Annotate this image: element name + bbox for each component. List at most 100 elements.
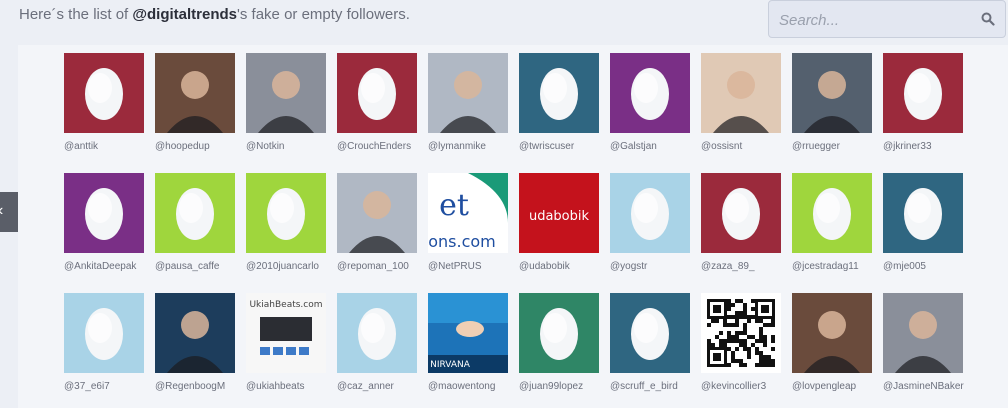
- avatar[interactable]: [155, 293, 235, 373]
- follower-handle[interactable]: @CrouchEnders: [337, 141, 411, 152]
- follower-handle[interactable]: @jkriner33: [883, 141, 932, 152]
- follower-handle[interactable]: @JasmineNBaker: [883, 381, 964, 392]
- follower-card[interactable]: @mje005: [883, 173, 963, 272]
- avatar[interactable]: [701, 293, 781, 373]
- follower-card[interactable]: @anttik: [64, 53, 144, 152]
- follower-card[interactable]: et ons.com @NetPRUS: [428, 173, 508, 272]
- follower-handle[interactable]: @NetPRUS: [428, 261, 482, 272]
- search-input[interactable]: [769, 1, 981, 39]
- avatar[interactable]: [246, 53, 326, 133]
- avatar[interactable]: [246, 173, 326, 253]
- follower-card[interactable]: @Notkin: [246, 53, 326, 152]
- follower-card[interactable]: @pausa_caffe: [155, 173, 235, 272]
- follower-handle[interactable]: @repoman_100: [337, 261, 409, 272]
- follower-handle[interactable]: @2010juancarlo: [246, 261, 319, 272]
- follower-card[interactable]: @2010juancarlo: [246, 173, 326, 272]
- follower-handle[interactable]: @caz_anner: [337, 381, 394, 392]
- follower-handle[interactable]: @lovpengleap: [792, 381, 856, 392]
- follower-card[interactable]: @lymanmike: [428, 53, 508, 152]
- follower-card[interactable]: @CrouchEnders: [337, 53, 417, 152]
- follower-handle[interactable]: @zaza_89_: [701, 261, 755, 272]
- follower-card[interactable]: @repoman_100: [337, 173, 417, 272]
- avatar[interactable]: [701, 53, 781, 133]
- follower-handle[interactable]: @Galstjan: [610, 141, 657, 152]
- avatar[interactable]: [519, 53, 599, 133]
- avatar[interactable]: [610, 293, 690, 373]
- svg-text:NIRVANA: NIRVANA: [430, 360, 471, 370]
- avatar[interactable]: [337, 293, 417, 373]
- follower-card[interactable]: @rruegger: [792, 53, 872, 152]
- follower-handle[interactable]: @maowentong: [428, 381, 495, 392]
- follower-handle[interactable]: @ossisnt: [701, 141, 742, 152]
- follower-card[interactable]: @zaza_89_: [701, 173, 781, 272]
- follower-card[interactable]: @scruff_e_bird: [610, 293, 690, 392]
- avatar[interactable]: UkiahBeats.com: [246, 293, 326, 373]
- follower-handle[interactable]: @lymanmike: [428, 141, 486, 152]
- follower-handle[interactable]: @juan99lopez: [519, 381, 583, 392]
- search-icon[interactable]: [981, 12, 995, 31]
- avatar[interactable]: [337, 53, 417, 133]
- follower-card[interactable]: @jkriner33: [883, 53, 963, 152]
- follower-handle[interactable]: @mje005: [883, 261, 926, 272]
- follower-handle[interactable]: @ukiahbeats: [246, 381, 305, 392]
- follower-card[interactable]: @37_e6i7: [64, 293, 144, 392]
- follower-card[interactable]: @JasmineNBaker: [883, 293, 964, 392]
- follower-handle[interactable]: @twriscuser: [519, 141, 574, 152]
- follower-card[interactable]: @AnkitaDeepak: [64, 173, 144, 272]
- follower-card[interactable]: @jcestradag11: [792, 173, 872, 272]
- follower-card[interactable]: @ossisnt: [701, 53, 781, 152]
- follower-card[interactable]: @yogstr: [610, 173, 690, 272]
- header-handle[interactable]: @digitaltrends: [132, 6, 237, 23]
- avatar[interactable]: [610, 173, 690, 253]
- follower-handle[interactable]: @yogstr: [610, 261, 647, 272]
- chevron-left-icon: ‹: [0, 202, 3, 220]
- avatar[interactable]: [883, 293, 963, 373]
- avatar[interactable]: [792, 293, 872, 373]
- avatar[interactable]: [883, 173, 963, 253]
- follower-card[interactable]: @twriscuser: [519, 53, 599, 152]
- avatar[interactable]: [64, 293, 144, 373]
- follower-handle[interactable]: @pausa_caffe: [155, 261, 219, 272]
- avatar[interactable]: [64, 173, 144, 253]
- avatar[interactable]: NIRVANA: [428, 293, 508, 373]
- follower-handle[interactable]: @scruff_e_bird: [610, 381, 678, 392]
- avatar[interactable]: [883, 53, 963, 133]
- follower-card[interactable]: @hoopedup: [155, 53, 235, 152]
- svg-text:UkiahBeats.com: UkiahBeats.com: [249, 300, 322, 310]
- avatar[interactable]: [519, 293, 599, 373]
- avatar[interactable]: udabobik: [519, 173, 599, 253]
- follower-handle[interactable]: @hoopedup: [155, 141, 210, 152]
- avatar[interactable]: [701, 173, 781, 253]
- follower-handle[interactable]: @AnkitaDeepak: [64, 261, 136, 272]
- search-box: [768, 0, 1006, 39]
- follower-card[interactable]: @Galstjan: [610, 53, 690, 152]
- follower-card[interactable]: NIRVANA @maowentong: [428, 293, 508, 392]
- follower-handle[interactable]: @rruegger: [792, 141, 840, 152]
- follower-handle[interactable]: @Notkin: [246, 141, 285, 152]
- follower-card[interactable]: @RegenboogM: [155, 293, 235, 392]
- avatar[interactable]: [428, 53, 508, 133]
- follower-card[interactable]: @juan99lopez: [519, 293, 599, 392]
- avatar[interactable]: [792, 173, 872, 253]
- avatar[interactable]: [155, 173, 235, 253]
- follower-card[interactable]: @kevincollier3: [701, 293, 781, 392]
- follower-card[interactable]: @caz_anner: [337, 293, 417, 392]
- avatar[interactable]: [337, 173, 417, 253]
- avatar[interactable]: [64, 53, 144, 133]
- follower-handle[interactable]: @RegenboogM: [155, 381, 225, 392]
- follower-card[interactable]: udabobik @udabobik: [519, 173, 599, 272]
- follower-handle[interactable]: @jcestradag11: [792, 261, 859, 272]
- avatar[interactable]: [155, 53, 235, 133]
- avatar[interactable]: [610, 53, 690, 133]
- svg-text:et: et: [439, 188, 469, 223]
- follower-handle[interactable]: @kevincollier3: [701, 381, 766, 392]
- follower-card[interactable]: @lovpengleap: [792, 293, 872, 392]
- follower-handle[interactable]: @37_e6i7: [64, 381, 110, 392]
- collapse-tab[interactable]: ‹: [0, 192, 18, 232]
- followers-panel: @anttik @hoopedup @Notkin @CrouchEnders @lym…: [18, 45, 1008, 408]
- avatar[interactable]: et ons.com: [428, 173, 508, 253]
- follower-card[interactable]: UkiahBeats.com @ukiahbeats: [246, 293, 326, 392]
- follower-handle[interactable]: @anttik: [64, 141, 98, 152]
- avatar[interactable]: [792, 53, 872, 133]
- follower-handle[interactable]: @udabobik: [519, 261, 570, 272]
